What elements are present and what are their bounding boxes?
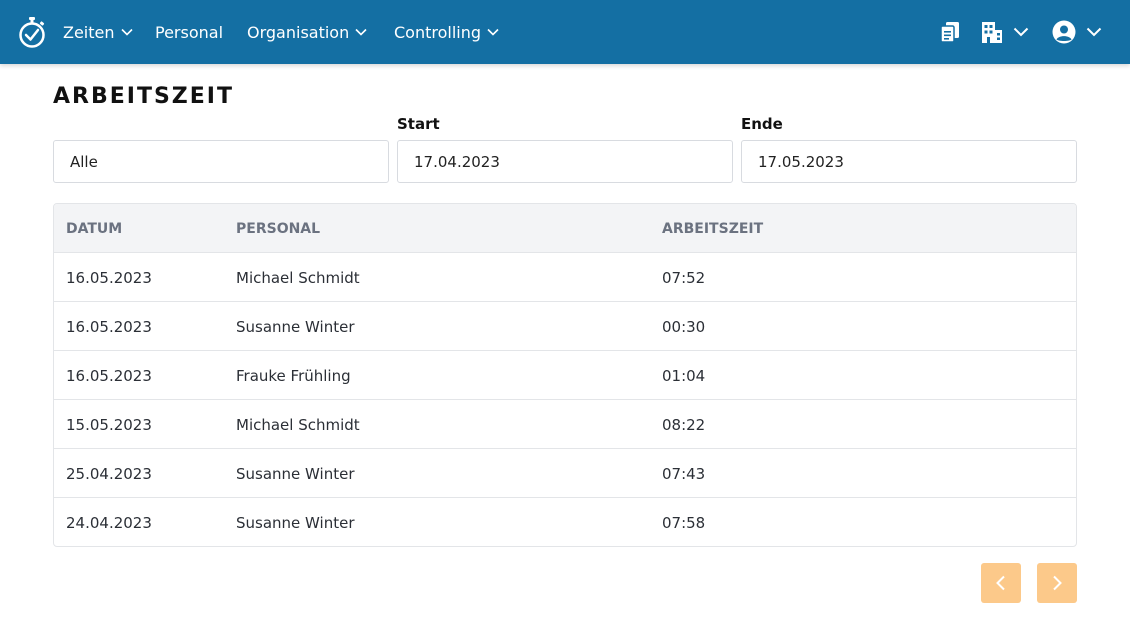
building-icon — [982, 22, 1002, 43]
start-date-input[interactable]: 17.04.2023 — [397, 140, 733, 183]
user-menu-button[interactable] — [1052, 0, 1102, 64]
top-navbar: Zeiten Personal Organisation Controlling — [0, 0, 1130, 64]
table-row[interactable]: 16.05.2023 Michael Schmidt 07:52 — [54, 253, 1076, 302]
date-cell: 24.04.2023 — [66, 513, 152, 532]
page-title: ARBEITSZEIT — [53, 84, 234, 109]
stopwatch-logo-icon[interactable] — [17, 16, 47, 48]
column-header-arbeitszeit[interactable]: ARBEITSZEIT — [662, 204, 763, 253]
documents-icon — [940, 22, 959, 43]
previous-page-button[interactable] — [981, 563, 1021, 603]
staff-select[interactable]: Alle — [53, 140, 389, 183]
worktime-cell: 07:52 — [662, 268, 706, 287]
chevron-down-icon — [487, 28, 499, 36]
person-cell: Frauke Frühling — [236, 366, 351, 385]
table-row[interactable]: 16.05.2023 Susanne Winter 00:30 — [54, 302, 1076, 351]
end-date-label: Ende — [741, 115, 783, 133]
organization-switch-button[interactable] — [981, 0, 1029, 64]
table-row[interactable]: 24.04.2023 Susanne Winter 07:58 — [54, 498, 1076, 546]
nav-item-zeiten[interactable]: Zeiten — [63, 0, 133, 64]
column-header-datum[interactable]: DATUM — [66, 204, 122, 253]
date-cell: 25.04.2023 — [66, 464, 152, 483]
date-cell: 15.05.2023 — [66, 415, 152, 434]
nav-item-controlling[interactable]: Controlling — [394, 0, 499, 64]
user-avatar-icon — [1052, 20, 1076, 44]
date-cell: 16.05.2023 — [66, 317, 152, 336]
chevron-down-icon — [1013, 27, 1029, 37]
nav-item-label: Controlling — [394, 22, 482, 42]
staff-select-value: Alle — [70, 152, 98, 171]
chevron-right-icon — [1053, 575, 1062, 591]
chevron-down-icon — [355, 28, 367, 36]
date-cell: 16.05.2023 — [66, 366, 152, 385]
start-date-label: Start — [397, 115, 440, 133]
documents-button[interactable] — [939, 0, 961, 64]
table-row[interactable]: 15.05.2023 Michael Schmidt 08:22 — [54, 400, 1076, 449]
chevron-down-icon — [120, 28, 133, 36]
person-cell: Susanne Winter — [236, 513, 355, 532]
table-row[interactable]: 16.05.2023 Frauke Frühling 01:04 — [54, 351, 1076, 400]
next-page-button[interactable] — [1037, 563, 1077, 603]
person-cell: Susanne Winter — [236, 317, 355, 336]
column-header-personal[interactable]: PERSONAL — [236, 204, 320, 253]
worktime-cell: 00:30 — [662, 317, 706, 336]
nav-item-label: Organisation — [247, 22, 350, 42]
worktime-cell: 07:43 — [662, 464, 706, 483]
chevron-left-icon — [996, 575, 1005, 591]
worktime-cell: 08:22 — [662, 415, 706, 434]
table-header: DATUM PERSONAL ARBEITSZEIT — [54, 204, 1076, 253]
table-row[interactable]: 25.04.2023 Susanne Winter 07:43 — [54, 449, 1076, 498]
nav-item-label: Personal — [155, 22, 224, 42]
worktime-table: DATUM PERSONAL ARBEITSZEIT 16.05.2023 Mi… — [53, 203, 1077, 547]
person-cell: Susanne Winter — [236, 464, 355, 483]
nav-item-personal[interactable]: Personal — [155, 0, 223, 64]
nav-item-label: Zeiten — [63, 22, 115, 42]
start-date-value: 17.04.2023 — [414, 152, 500, 171]
date-cell: 16.05.2023 — [66, 268, 152, 287]
worktime-cell: 07:58 — [662, 513, 706, 532]
worktime-cell: 01:04 — [662, 366, 706, 385]
end-date-value: 17.05.2023 — [758, 152, 844, 171]
end-date-input[interactable]: 17.05.2023 — [741, 140, 1077, 183]
chevron-down-icon — [1086, 27, 1102, 37]
nav-item-organisation[interactable]: Organisation — [247, 0, 367, 64]
person-cell: Michael Schmidt — [236, 415, 360, 434]
person-cell: Michael Schmidt — [236, 268, 360, 287]
